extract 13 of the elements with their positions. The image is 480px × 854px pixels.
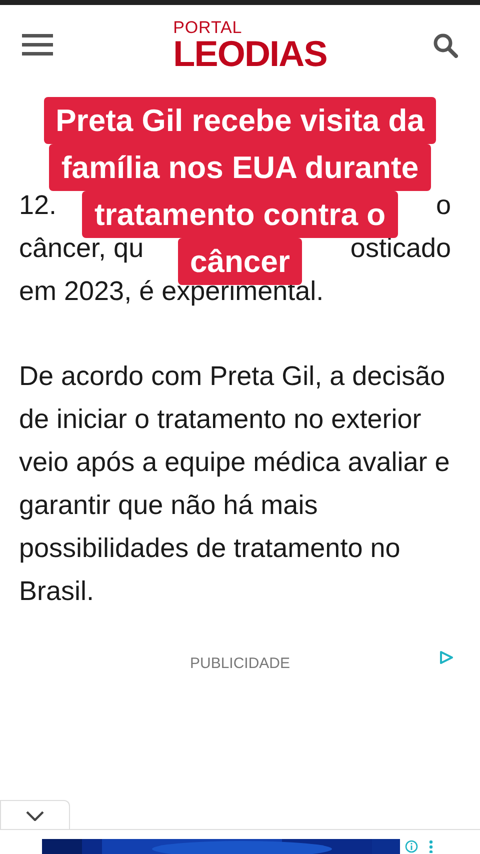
ad-label: PUBLICIDADE (190, 654, 290, 674)
article-paragraph: De acordo com Preta Gil, a decisão de iniciar o tratamento no exterior veio após a equipe médica avaliar e garantir que não há mais possibilidades de tratamento no Brasil. (19, 360, 451, 608)
ad-choices-icon[interactable] (439, 650, 454, 665)
article-text: 12. (19, 189, 57, 222)
search-icon[interactable] (433, 32, 458, 58)
chevron-down-icon (26, 810, 44, 820)
collapse-tab[interactable] (0, 800, 70, 830)
menu-icon[interactable] (22, 34, 53, 56)
more-icon[interactable] (428, 840, 433, 853)
article-text: o (436, 189, 451, 222)
logo-title: LEODIAS (173, 36, 327, 72)
logo-subtitle: PORTAL (173, 18, 242, 36)
info-icon[interactable] (405, 840, 418, 853)
